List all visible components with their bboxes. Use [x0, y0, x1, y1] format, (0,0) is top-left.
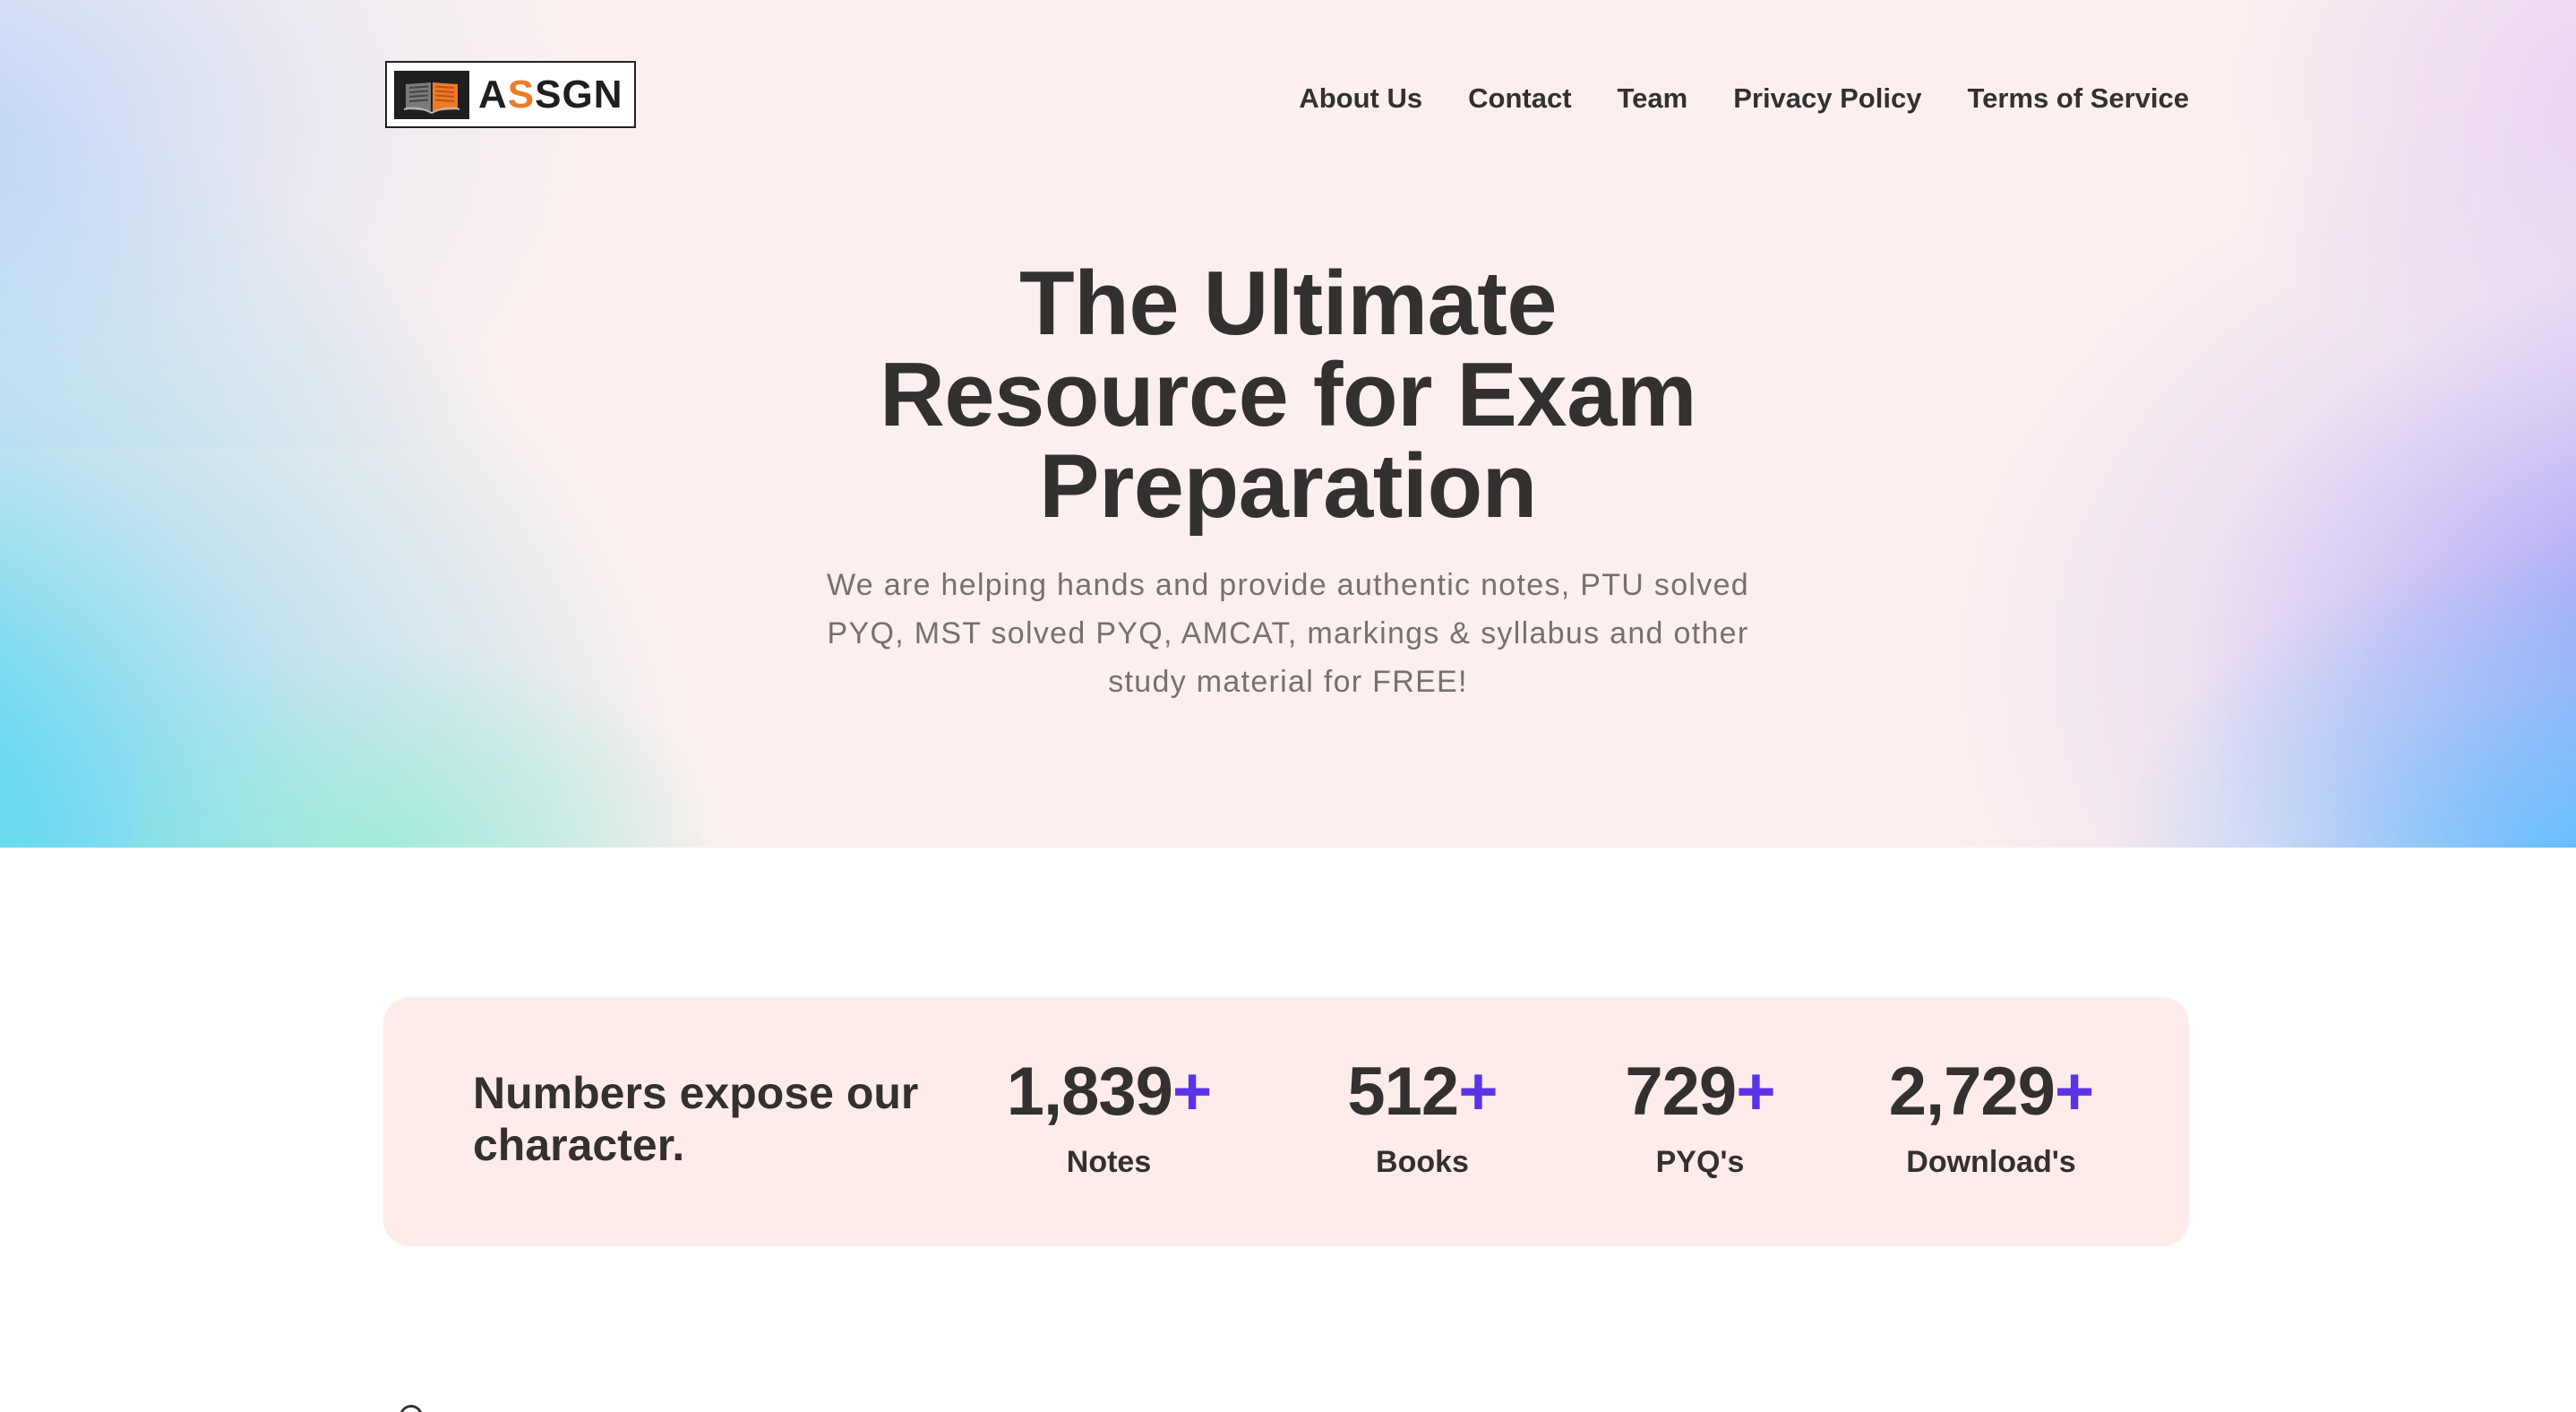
- stat-number: 729: [1625, 1054, 1737, 1130]
- hero-headline-line-3: Preparation: [1039, 436, 1537, 537]
- stat-label: Download's: [1906, 1145, 2076, 1179]
- stat-value: 729+: [1601, 1056, 1799, 1128]
- stats-heading: Numbers expose our character.: [473, 1068, 919, 1170]
- stat-notes: 1,839+ Notes: [1001, 1056, 1216, 1180]
- stat-number: 2,729: [1888, 1054, 2056, 1130]
- stat-plus: +: [1736, 1054, 1775, 1130]
- stat-number: 1,839: [1006, 1054, 1173, 1130]
- main-nav: About Us Contact Team Privacy Policy Ter…: [1299, 82, 2189, 115]
- stat-label: PYQ's: [1655, 1145, 1745, 1179]
- nav-terms-of-service[interactable]: Terms of Service: [1967, 82, 2189, 115]
- nav-privacy-policy[interactable]: Privacy Policy: [1733, 82, 1921, 115]
- open-book-icon: [394, 70, 469, 119]
- stats-card: Numbers expose our character. 1,839+ Not…: [383, 997, 2189, 1246]
- hero-headline: The Ultimate Resource for Exam Preparati…: [751, 258, 1825, 532]
- hero-headline-line-2: Resource for Exam: [879, 345, 1697, 445]
- nav-team[interactable]: Team: [1618, 82, 1688, 115]
- landing-page: ASSGN About Us Contact Team Privacy Poli…: [0, 0, 2576, 1412]
- stat-label: Books: [1376, 1145, 1469, 1179]
- stat-value: 512+: [1324, 1056, 1521, 1128]
- hero-section: ASSGN About Us Contact Team Privacy Poli…: [0, 0, 2576, 848]
- hero-subtext: We are helping hands and provide authent…: [827, 568, 1749, 699]
- stat-label: Notes: [1066, 1145, 1152, 1179]
- stat-plus: +: [2054, 1054, 2094, 1130]
- hero-gradient-left-bottom: [134, 627, 761, 848]
- stat-number: 512: [1347, 1054, 1459, 1130]
- hero-gradient-right-bottom: [2105, 538, 2576, 848]
- nav-contact[interactable]: Contact: [1468, 82, 1571, 115]
- brand-logo[interactable]: ASSGN: [385, 61, 636, 128]
- stat-value: 1,839+: [1001, 1056, 1216, 1128]
- stat-plus: +: [1172, 1054, 1212, 1130]
- brand-name-accent: S: [507, 72, 536, 116]
- brand-name: ASSGN: [478, 73, 623, 117]
- chat-widget-edge[interactable]: [399, 1405, 423, 1412]
- stat-books: 512+ Books: [1324, 1056, 1521, 1180]
- stat-downloads: 2,729+ Download's: [1870, 1056, 2112, 1180]
- brand-name-prefix: A: [478, 72, 508, 116]
- brand-name-suffix: SGN: [535, 72, 623, 116]
- stat-plus: +: [1458, 1054, 1498, 1130]
- nav-about-us[interactable]: About Us: [1299, 82, 1422, 115]
- hero-headline-line-1: The Ultimate: [1018, 254, 1558, 354]
- stat-value: 2,729+: [1870, 1056, 2112, 1128]
- stat-pyqs: 729+ PYQ's: [1601, 1056, 1799, 1180]
